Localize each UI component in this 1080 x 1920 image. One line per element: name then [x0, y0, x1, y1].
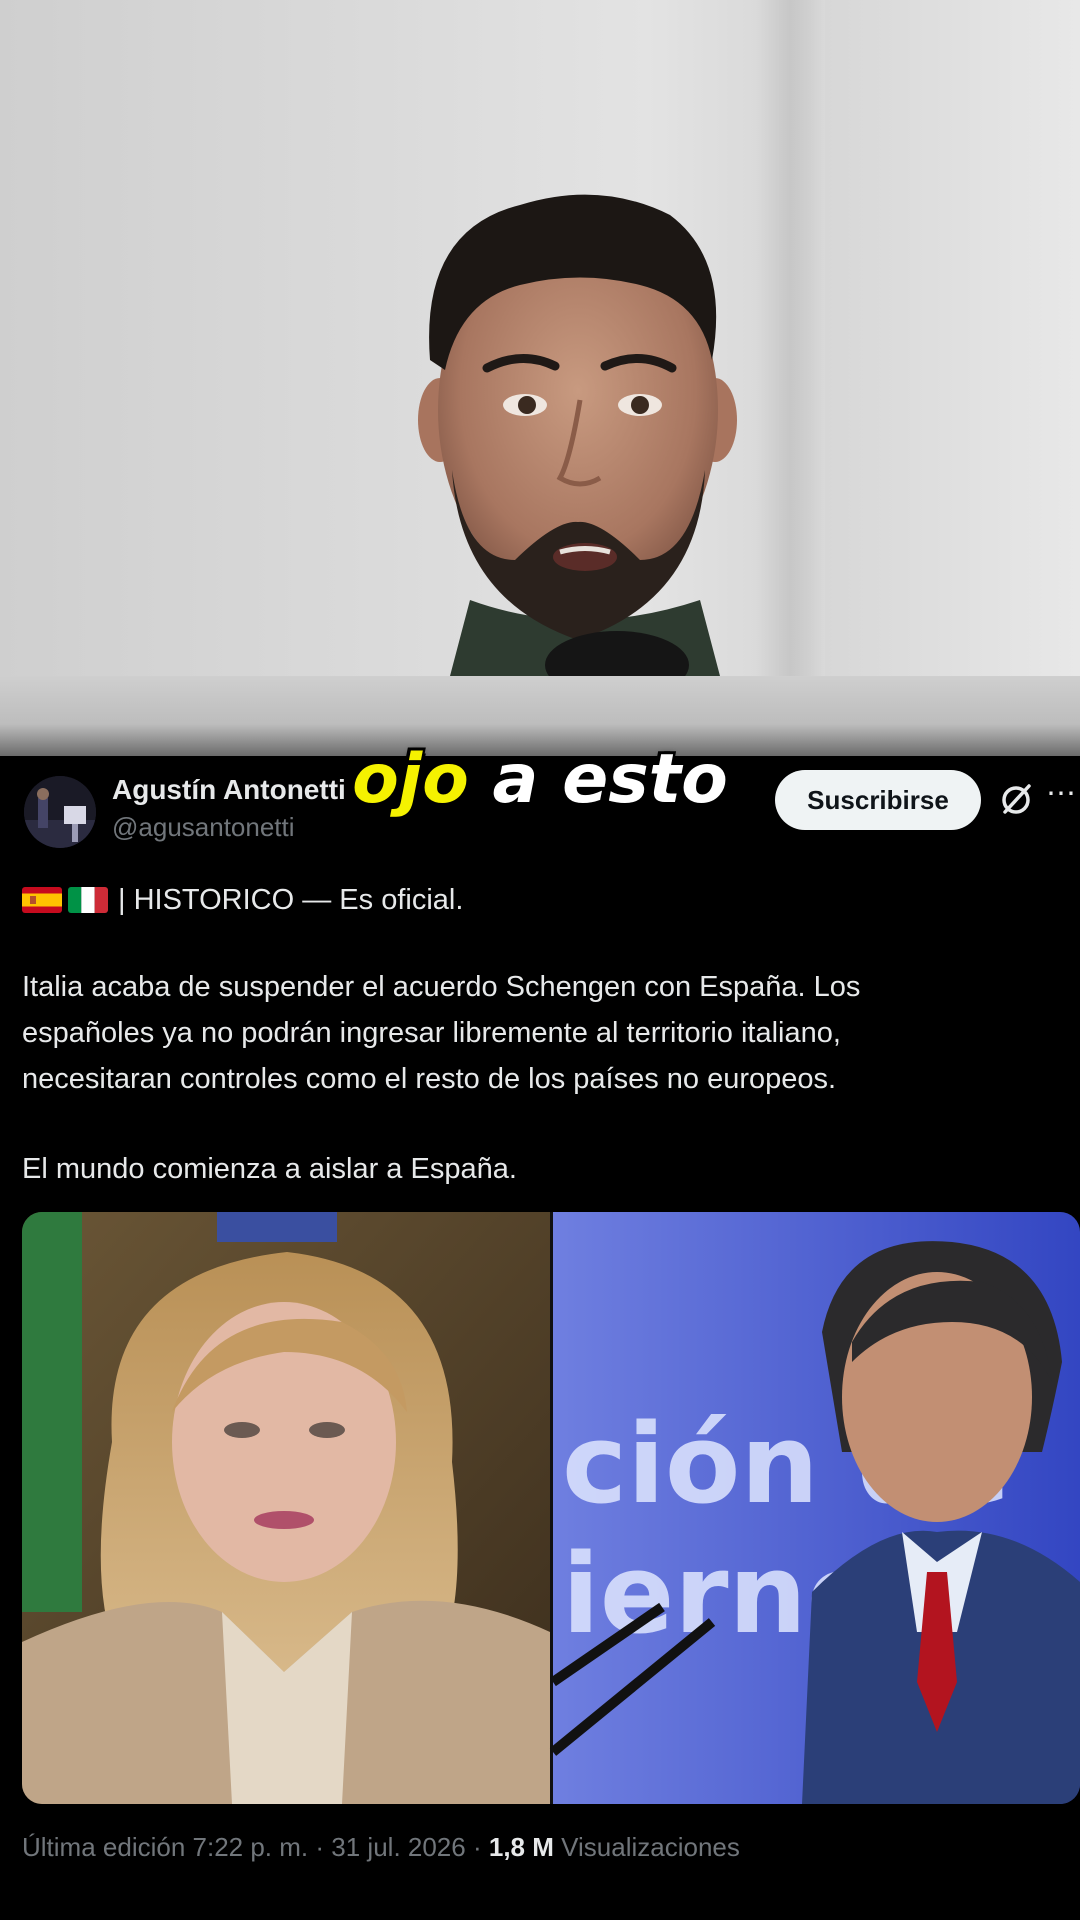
tweet-meta: Última edición 7:22 p. m. · 31 jul. 2026…	[22, 1832, 740, 1863]
subtitle-rest: a esto	[492, 740, 728, 819]
body-line: necesitaran controles como el resto de l…	[22, 1063, 837, 1095]
tweet-card: Agustín Antonetti @agusantonetti Suscrib…	[0, 756, 1080, 1920]
meta-separator: ·	[315, 1832, 325, 1862]
subtitle-highlight-word: ojo	[352, 740, 469, 819]
italy-flag-icon	[68, 887, 108, 913]
body-line: españoles ya no podrán ingresar libremen…	[22, 1017, 841, 1049]
meta-separator: ·	[472, 1832, 482, 1862]
body-line: Italia acaba de suspender el acuerdo Sch…	[22, 971, 861, 1003]
tweet-closing: El mundo comienza a aislar a España.	[22, 1153, 517, 1185]
presenter-video	[0, 0, 1080, 676]
views-label: Visualizaciones	[561, 1832, 740, 1862]
headline-text: | HISTORICO — Es oficial.	[118, 883, 464, 916]
presenter-figure	[418, 194, 737, 676]
tweet-date[interactable]: 31 jul. 2026	[331, 1832, 465, 1862]
spain-flag-icon	[22, 887, 62, 913]
views-count: 1,8 M	[488, 1832, 554, 1862]
video-frame: Agustín Antonetti @agusantonetti Suscrib…	[0, 0, 1080, 1920]
tweet-media[interactable]: ción de iernc	[22, 1212, 1080, 1804]
tweet-body: Italia acaba de suspender el acuerdo Sch…	[22, 964, 1042, 1102]
video-subtitle: ojo a esto	[0, 740, 1080, 820]
edited-time[interactable]: Última edición 7:22 p. m.	[22, 1832, 308, 1862]
tweet-headline: | HISTORICO — Es oficial.	[22, 878, 463, 922]
